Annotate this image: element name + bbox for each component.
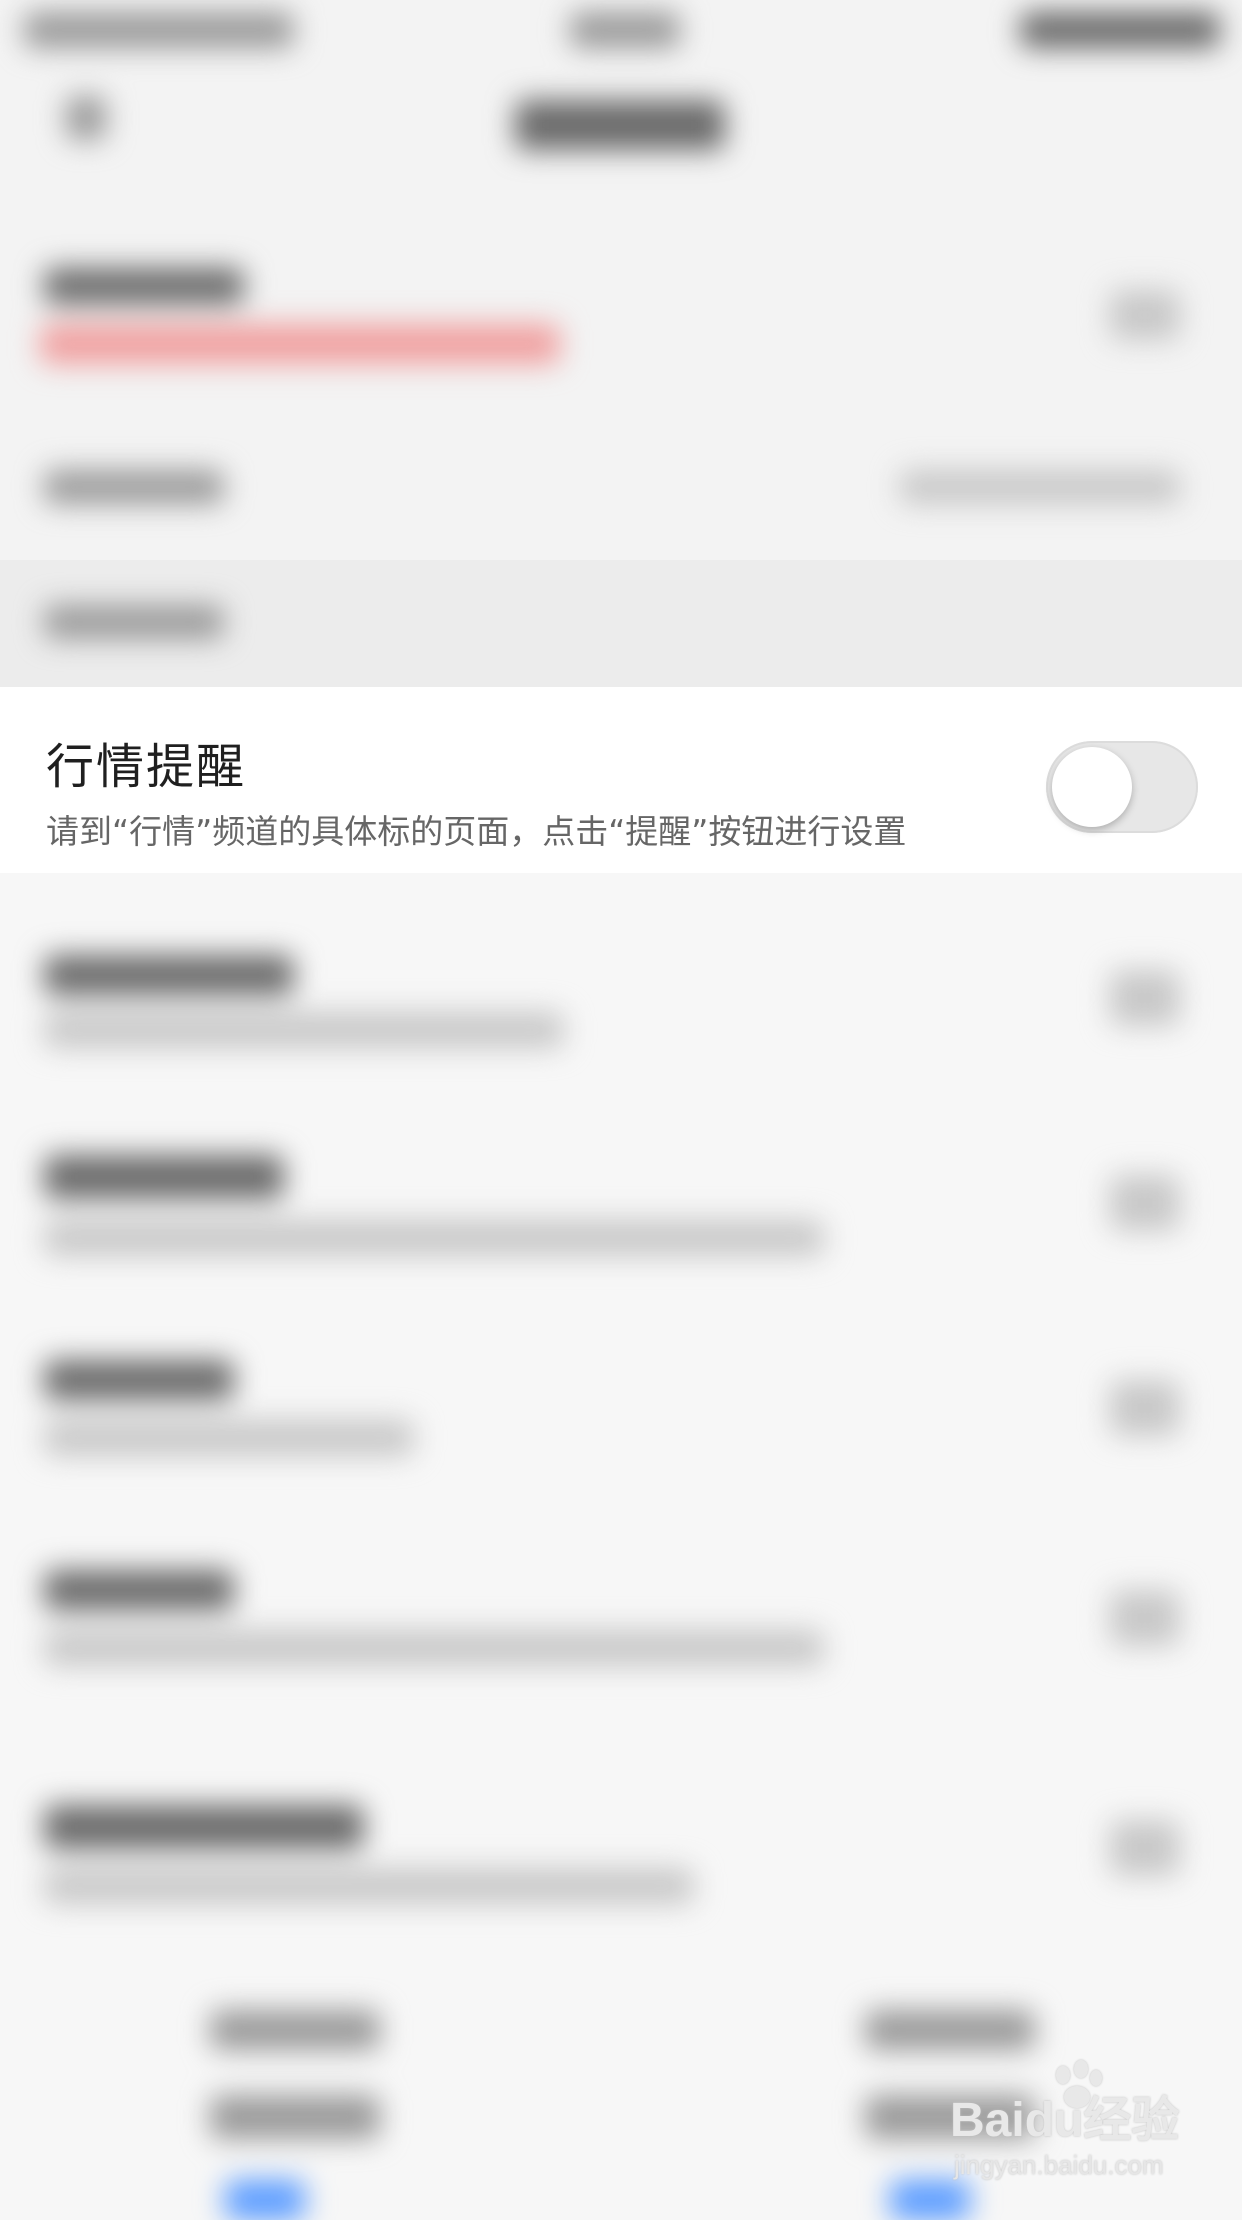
blurred-content-layer [0, 0, 1242, 2220]
market-alert-setting-row: 行情提醒 请到“行情”频道的具体标的页面，点击“提醒”按钮进行设置 [0, 686, 1242, 873]
toggle-knob [1052, 747, 1132, 827]
baidu-jingyan-watermark: Baidu经验 jingyan.baidu.com [950, 2060, 1220, 2190]
market-alert-toggle[interactable] [1046, 741, 1198, 833]
setting-title: 行情提醒 [46, 739, 247, 795]
watermark-url: jingyan.baidu.com [954, 2150, 1164, 2180]
setting-description: 请到“行情”频道的具体标的页面，点击“提醒”按钮进行设置 [46, 812, 907, 851]
watermark-brand: Baidu经验 [950, 2094, 1180, 2147]
